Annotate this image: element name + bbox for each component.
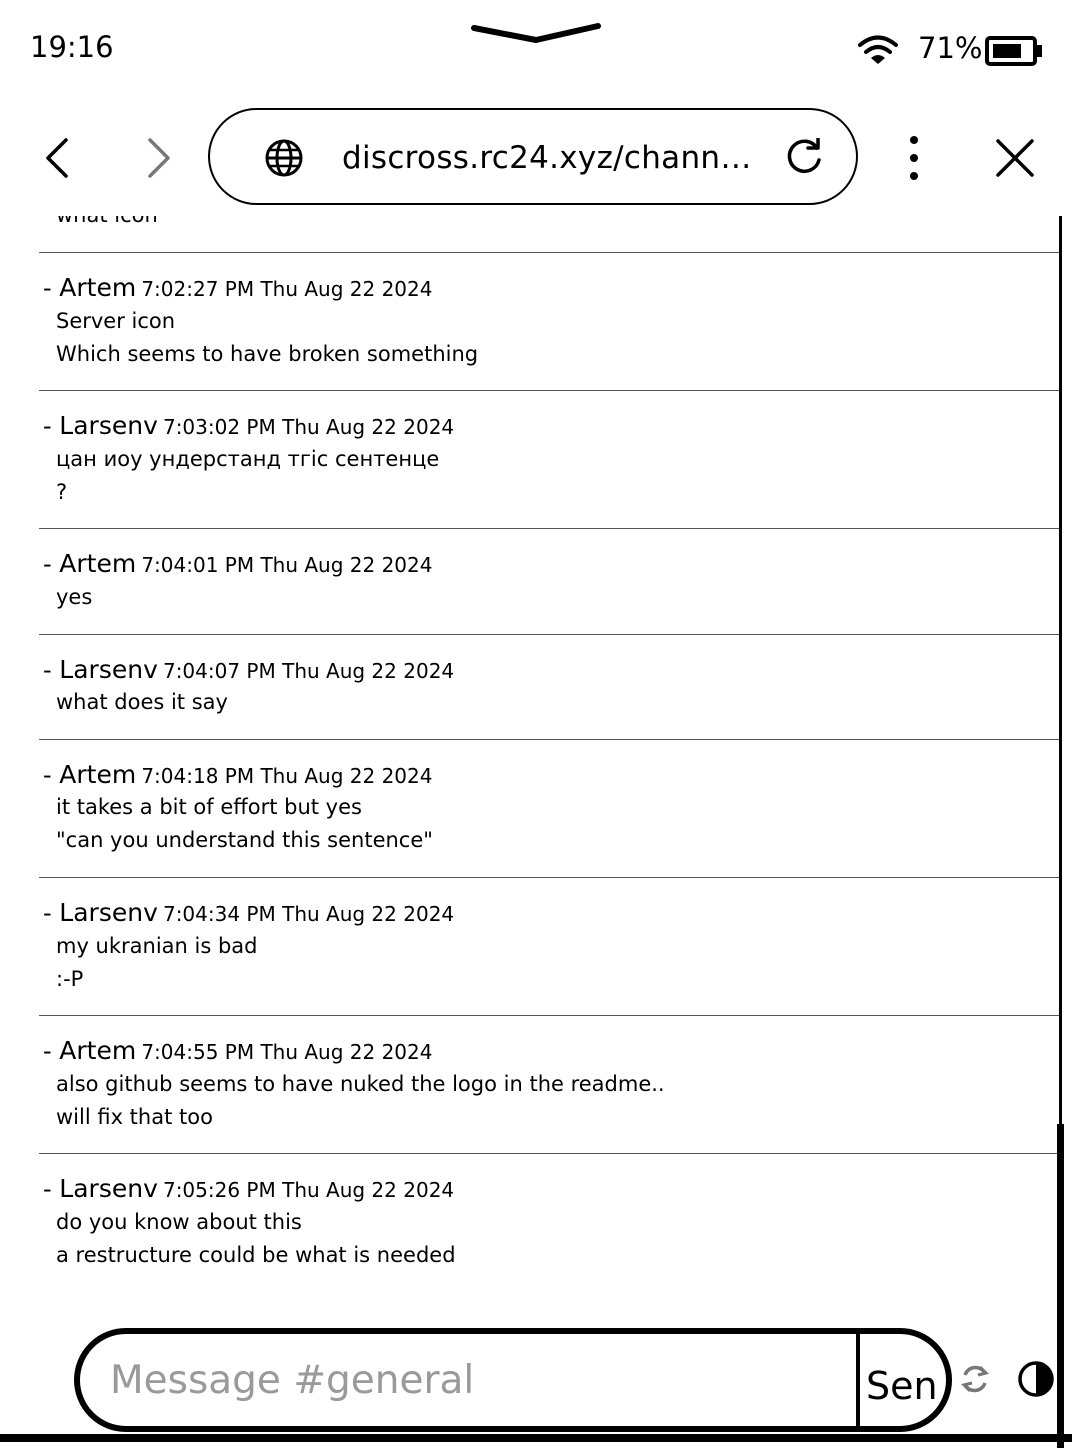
battery-percentage: 71% [918, 31, 983, 65]
message: - Larsenv 7:04:07 PM Thu Aug 22 2024 wha… [39, 634, 1062, 739]
message: - Artem 7:02:27 PM Thu Aug 22 2024 Serve… [39, 252, 1062, 390]
message-text: Server icon [56, 309, 176, 333]
message-timestamp: 7:04:18 PM Thu Aug 22 2024 [141, 764, 433, 788]
message-text: what does it say [56, 690, 228, 714]
message-text: my ukranian is bad [56, 934, 258, 958]
url-text[interactable]: discross.rc24.xyz/chann… [342, 140, 752, 176]
back-icon[interactable] [36, 136, 80, 180]
globe-icon [265, 139, 303, 177]
message-text: will fix that too [56, 1105, 213, 1129]
send-divider [856, 1334, 860, 1426]
message-author[interactable]: Artem [59, 1036, 136, 1065]
message-text: it takes a bit of effort but yes [56, 795, 362, 819]
send-button[interactable]: Sen [866, 1364, 938, 1408]
message-text: also github seems to have nuked the logo… [56, 1072, 665, 1096]
more-icon[interactable] [892, 136, 936, 180]
message-text: ? [56, 480, 68, 504]
message-timestamp: 7:04:55 PM Thu Aug 22 2024 [141, 1040, 433, 1064]
message-text: a restructure could be what is needed [56, 1243, 456, 1267]
close-icon[interactable] [993, 136, 1037, 180]
message-text: цан иоу ундерстанд тгіс сентенце [56, 447, 440, 471]
partial-message-line: what icon [56, 216, 158, 227]
message: - Larsenv 7:04:34 PM Thu Aug 22 2024 my … [39, 877, 1062, 1015]
message: - Larsenv 7:03:02 PM Thu Aug 22 2024 цан… [39, 390, 1062, 528]
message-author[interactable]: Larsenv [59, 411, 158, 440]
message-timestamp: 7:04:07 PM Thu Aug 22 2024 [162, 659, 455, 683]
status-bar: 19:16 71% [0, 0, 1072, 100]
browser-toolbar: discross.rc24.xyz/chann… [0, 100, 1072, 216]
message-author[interactable]: Artem [59, 273, 136, 302]
message-text: "can you understand this sentence" [56, 828, 433, 852]
message-text: :-P [56, 967, 84, 991]
message-composer: Message #general Sen [0, 1312, 1072, 1448]
message-text: do you know about this [56, 1210, 302, 1234]
reload-icon[interactable] [784, 138, 824, 178]
bottom-edge-bar [0, 1434, 1072, 1442]
message-author[interactable]: Larsenv [59, 898, 158, 927]
message-input-placeholder[interactable]: Message #general [110, 1358, 474, 1403]
message-timestamp: 7:03:02 PM Thu Aug 22 2024 [162, 415, 455, 439]
contrast-icon[interactable] [1017, 1360, 1055, 1398]
message-author[interactable]: Artem [59, 549, 136, 578]
pull-down-handle-icon[interactable] [470, 20, 602, 46]
message-text: yes [56, 585, 93, 609]
message: - Artem 7:04:18 PM Thu Aug 22 2024 it ta… [39, 739, 1062, 877]
battery-icon [985, 36, 1042, 66]
message: - Larsenv 7:05:26 PM Thu Aug 22 2024 do … [39, 1153, 1062, 1312]
message: - Artem 7:04:55 PM Thu Aug 22 2024 also … [39, 1015, 1062, 1153]
message-timestamp: 7:05:26 PM Thu Aug 22 2024 [162, 1178, 455, 1202]
message: - Artem 7:04:01 PM Thu Aug 22 2024 yes [39, 528, 1062, 634]
sync-icon[interactable] [958, 1362, 992, 1396]
message-author[interactable]: Larsenv [59, 655, 158, 684]
message-timestamp: 7:04:34 PM Thu Aug 22 2024 [162, 902, 455, 926]
message-author[interactable]: Artem [59, 760, 136, 789]
message-text: Which seems to have broken something [56, 342, 479, 366]
message-author[interactable]: Larsenv [59, 1174, 158, 1203]
message-input[interactable]: Message #general Sen [74, 1328, 952, 1432]
chat-messages[interactable]: what icon - Artem 7:02:27 PM Thu Aug 22 … [0, 216, 1062, 1312]
address-bar[interactable]: discross.rc24.xyz/chann… [208, 108, 858, 205]
forward-icon[interactable] [136, 136, 180, 180]
message-timestamp: 7:04:01 PM Thu Aug 22 2024 [141, 553, 433, 577]
clock: 19:16 [30, 30, 114, 64]
wifi-icon [858, 35, 898, 64]
message-timestamp: 7:02:27 PM Thu Aug 22 2024 [141, 277, 433, 301]
